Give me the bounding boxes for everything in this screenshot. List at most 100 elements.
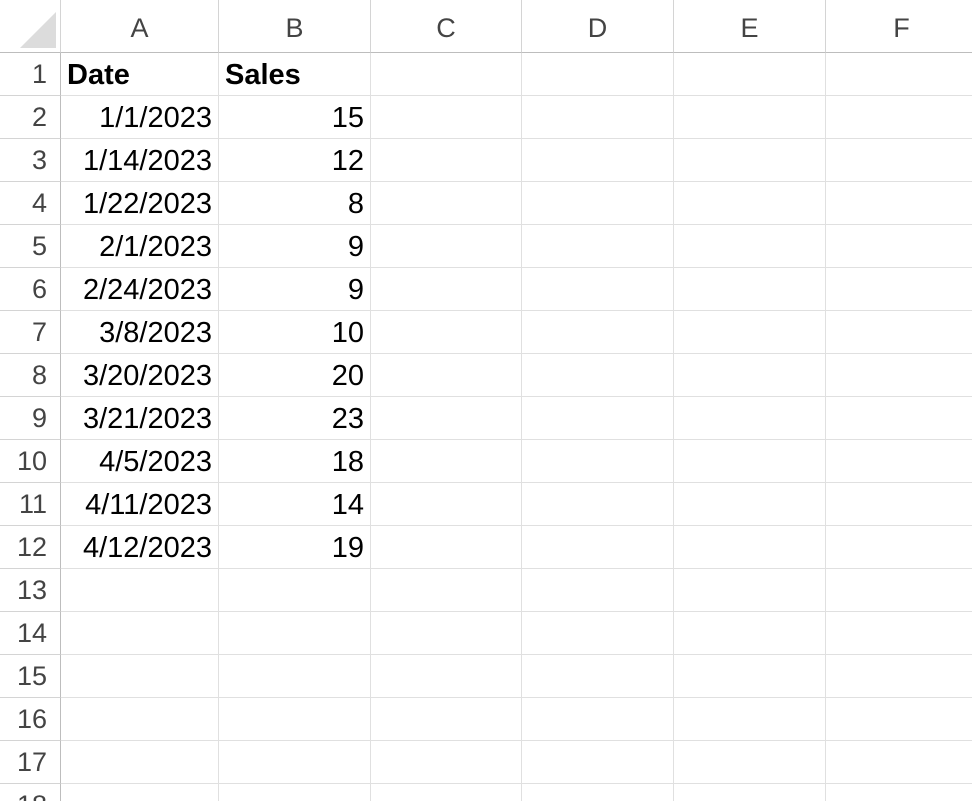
cell-c12[interactable] [371,526,522,569]
row-header-12[interactable]: 12 [0,526,61,569]
cell-f3[interactable] [826,139,972,182]
cell-b2[interactable]: 15 [219,96,371,139]
cell-d2[interactable] [522,96,674,139]
cell-b13[interactable] [219,569,371,612]
cell-c5[interactable] [371,225,522,268]
cell-e1[interactable] [674,53,826,96]
cell-d15[interactable] [522,655,674,698]
cell-c7[interactable] [371,311,522,354]
cell-d16[interactable] [522,698,674,741]
column-header-f[interactable]: F [826,0,972,53]
cell-b6[interactable]: 9 [219,268,371,311]
cell-c18[interactable] [371,784,522,801]
cell-d5[interactable] [522,225,674,268]
cell-d8[interactable] [522,354,674,397]
cell-d11[interactable] [522,483,674,526]
cell-a5[interactable]: 2/1/2023 [61,225,219,268]
cell-c16[interactable] [371,698,522,741]
cell-f10[interactable] [826,440,972,483]
cell-f16[interactable] [826,698,972,741]
cell-e12[interactable] [674,526,826,569]
row-header-4[interactable]: 4 [0,182,61,225]
row-header-5[interactable]: 5 [0,225,61,268]
cell-f17[interactable] [826,741,972,784]
cell-a7[interactable]: 3/8/2023 [61,311,219,354]
cell-e9[interactable] [674,397,826,440]
cell-a17[interactable] [61,741,219,784]
cell-b3[interactable]: 12 [219,139,371,182]
row-header-1[interactable]: 1 [0,53,61,96]
cell-b17[interactable] [219,741,371,784]
spreadsheet-grid[interactable]: ABCDEF123456789101112131415161718DateSal… [0,0,972,801]
cell-a1[interactable]: Date [61,53,219,96]
cell-e11[interactable] [674,483,826,526]
cell-b4[interactable]: 8 [219,182,371,225]
cell-b10[interactable]: 18 [219,440,371,483]
cell-f6[interactable] [826,268,972,311]
column-header-a[interactable]: A [61,0,219,53]
cell-a14[interactable] [61,612,219,655]
row-header-15[interactable]: 15 [0,655,61,698]
cell-d7[interactable] [522,311,674,354]
cell-d6[interactable] [522,268,674,311]
cell-a13[interactable] [61,569,219,612]
cell-c11[interactable] [371,483,522,526]
cell-c8[interactable] [371,354,522,397]
cell-f15[interactable] [826,655,972,698]
cell-e8[interactable] [674,354,826,397]
cell-b1[interactable]: Sales [219,53,371,96]
cell-e7[interactable] [674,311,826,354]
cell-e2[interactable] [674,96,826,139]
row-header-6[interactable]: 6 [0,268,61,311]
cell-e3[interactable] [674,139,826,182]
cell-a18[interactable] [61,784,219,801]
cell-f13[interactable] [826,569,972,612]
cell-b15[interactable] [219,655,371,698]
cell-d12[interactable] [522,526,674,569]
row-header-8[interactable]: 8 [0,354,61,397]
row-header-11[interactable]: 11 [0,483,61,526]
cell-e16[interactable] [674,698,826,741]
cell-c3[interactable] [371,139,522,182]
cell-b14[interactable] [219,612,371,655]
cell-b11[interactable]: 14 [219,483,371,526]
cell-d9[interactable] [522,397,674,440]
column-header-d[interactable]: D [522,0,674,53]
cell-d14[interactable] [522,612,674,655]
cell-f4[interactable] [826,182,972,225]
row-header-7[interactable]: 7 [0,311,61,354]
cell-e18[interactable] [674,784,826,801]
cell-e15[interactable] [674,655,826,698]
cell-e6[interactable] [674,268,826,311]
cell-d18[interactable] [522,784,674,801]
column-header-e[interactable]: E [674,0,826,53]
cell-b5[interactable]: 9 [219,225,371,268]
cell-c17[interactable] [371,741,522,784]
cell-c15[interactable] [371,655,522,698]
row-header-3[interactable]: 3 [0,139,61,182]
cell-e10[interactable] [674,440,826,483]
select-all-button[interactable] [0,0,61,53]
cell-b16[interactable] [219,698,371,741]
row-header-18[interactable]: 18 [0,784,61,801]
cell-f5[interactable] [826,225,972,268]
cell-c1[interactable] [371,53,522,96]
cell-a2[interactable]: 1/1/2023 [61,96,219,139]
cell-f2[interactable] [826,96,972,139]
cell-a10[interactable]: 4/5/2023 [61,440,219,483]
cell-d17[interactable] [522,741,674,784]
cell-e4[interactable] [674,182,826,225]
cell-a11[interactable]: 4/11/2023 [61,483,219,526]
cell-a12[interactable]: 4/12/2023 [61,526,219,569]
cell-f11[interactable] [826,483,972,526]
row-header-9[interactable]: 9 [0,397,61,440]
cell-c13[interactable] [371,569,522,612]
cell-a6[interactable]: 2/24/2023 [61,268,219,311]
cell-c4[interactable] [371,182,522,225]
cell-c9[interactable] [371,397,522,440]
cell-e13[interactable] [674,569,826,612]
cell-c10[interactable] [371,440,522,483]
cell-a16[interactable] [61,698,219,741]
row-header-13[interactable]: 13 [0,569,61,612]
cell-d13[interactable] [522,569,674,612]
